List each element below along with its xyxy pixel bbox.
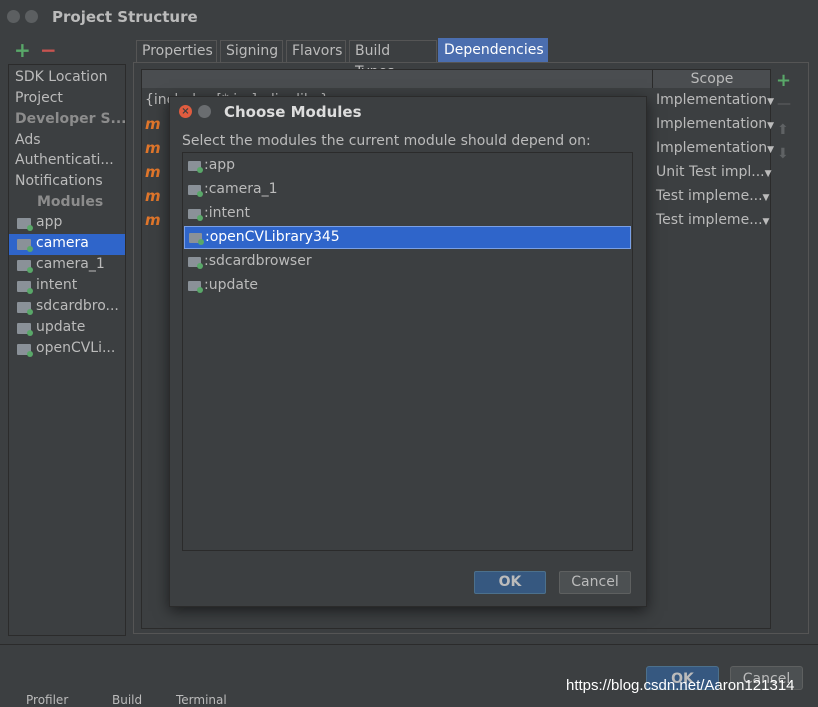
module-folder-icon (17, 260, 33, 273)
module-folder-icon (17, 239, 33, 252)
module-label: sdcardbro... (36, 298, 119, 314)
library-module-icon (17, 344, 33, 357)
scope-dropdown[interactable]: Implementation▼ (656, 140, 774, 156)
status-build[interactable]: Build (112, 693, 142, 707)
status-terminal[interactable]: Terminal (176, 693, 227, 707)
dialog-maximize-icon[interactable] (198, 105, 211, 118)
scope-value: Implementation (656, 116, 768, 132)
modules-heading: Modules (37, 194, 104, 210)
status-bar: Profiler Build Terminal (0, 693, 818, 707)
dropdown-arrow-icon: ▼ (767, 121, 775, 131)
scope-value: Test impleme... (656, 188, 763, 204)
choose-modules-dialog: × Choose Modules Select the modules the … (169, 96, 647, 607)
dropdown-arrow-icon: ▼ (767, 145, 775, 155)
scope-value: Test impleme... (656, 212, 763, 228)
module-folder-icon (189, 233, 204, 245)
scope-dropdown[interactable]: Implementation▼ (656, 116, 774, 132)
module-folder-icon (17, 302, 33, 315)
sidebar-module-intent[interactable]: intent (9, 276, 125, 297)
tab-dependencies[interactable]: Dependencies (438, 38, 548, 62)
add-icon[interactable]: + (14, 38, 31, 62)
dialog-ok-button[interactable]: OK (474, 571, 546, 594)
module-dependency-icon: m (145, 163, 161, 181)
sidebar-module-camera-1[interactable]: camera_1 (9, 255, 125, 276)
sidebar-module-app[interactable]: app (9, 213, 125, 234)
tab-build-types[interactable]: Build Types (349, 40, 437, 80)
module-label: app (36, 214, 63, 230)
list-item[interactable]: :app (184, 155, 631, 177)
list-item[interactable]: :sdcardbrowser (184, 251, 631, 273)
tab-signing[interactable]: Signing (220, 40, 283, 62)
module-folder-icon (188, 185, 203, 197)
maximize-window-icon[interactable] (25, 10, 38, 23)
sidebar-item-authentication[interactable]: Authenticati... (15, 152, 114, 168)
sidebar-module-opencv[interactable]: openCVLi... (9, 339, 125, 360)
scope-dropdown[interactable]: Test impleme...▼ (656, 188, 769, 204)
dropdown-arrow-icon: ▼ (767, 97, 775, 107)
list-item[interactable]: :intent (184, 203, 631, 225)
module-folder-icon (17, 218, 33, 231)
module-dependency-icon: m (145, 211, 161, 229)
scope-value: Implementation (656, 140, 768, 156)
module-label: camera (36, 235, 89, 251)
watermark: https://blog.csdn.net/Aaron121314 (566, 677, 795, 694)
module-label: camera_1 (36, 256, 105, 272)
list-item-label: :intent (204, 205, 250, 221)
module-folder-icon (17, 323, 33, 336)
move-down-icon[interactable]: ⬇ (777, 146, 789, 162)
sidebar-item-ads[interactable]: Ads (15, 132, 41, 148)
list-item-label: :openCVLibrary345 (205, 229, 340, 245)
module-dependency-icon: m (145, 115, 161, 133)
list-item-label: :app (204, 157, 236, 173)
status-profiler[interactable]: Profiler (26, 693, 68, 707)
module-label: openCVLi... (36, 340, 116, 356)
scope-dropdown[interactable]: Test impleme...▼ (656, 212, 769, 228)
list-item-selected[interactable]: :openCVLibrary345 (184, 226, 631, 249)
sidebar-item-sdk-location[interactable]: SDK Location (15, 69, 108, 85)
list-item-label: :update (204, 277, 259, 293)
add-dependency-icon[interactable]: + (776, 70, 791, 91)
dropdown-arrow-icon: ▼ (764, 169, 772, 179)
dropdown-arrow-icon: ▼ (762, 217, 770, 227)
move-up-icon[interactable]: ⬆ (777, 122, 789, 138)
module-dependency-icon: m (145, 187, 161, 205)
sidebar-item-project[interactable]: Project (15, 90, 63, 106)
module-folder-icon (17, 281, 33, 294)
scope-column-header[interactable]: Scope (652, 70, 771, 88)
sidebar-module-camera[interactable]: camera (9, 234, 125, 255)
module-folder-icon (188, 257, 203, 269)
list-item-label: :sdcardbrowser (204, 253, 312, 269)
module-folder-icon (188, 161, 203, 173)
remove-dependency-icon[interactable]: — (777, 96, 791, 112)
sidebar-module-update[interactable]: update (9, 318, 125, 339)
dialog-close-icon[interactable]: × (179, 105, 192, 118)
sidebar-item-notifications[interactable]: Notifications (15, 173, 103, 189)
module-folder-icon (188, 209, 203, 221)
module-list[interactable]: :app :camera_1 :intent :openCVLibrary345… (182, 152, 633, 551)
scope-dropdown[interactable]: Implementation▼ (656, 92, 774, 108)
dialog-cancel-button[interactable]: Cancel (559, 571, 631, 594)
remove-icon[interactable]: − (40, 38, 57, 62)
scope-value: Unit Test impl... (656, 164, 765, 180)
module-label: update (36, 319, 86, 335)
sidebar-module-sdcardbrowser[interactable]: sdcardbro... (9, 297, 125, 318)
dropdown-arrow-icon: ▼ (762, 193, 770, 203)
scope-value: Implementation (656, 92, 768, 108)
list-item[interactable]: :camera_1 (184, 179, 631, 201)
tab-flavors[interactable]: Flavors (286, 40, 346, 62)
module-folder-icon (188, 281, 203, 293)
module-label: intent (36, 277, 78, 293)
module-dependency-icon: m (145, 139, 161, 157)
dialog-title: Choose Modules (224, 103, 362, 121)
list-item-label: :camera_1 (204, 181, 278, 197)
scope-dropdown[interactable]: Unit Test impl...▼ (656, 164, 772, 180)
tab-properties[interactable]: Properties (136, 40, 217, 62)
close-window-icon[interactable] (7, 10, 20, 23)
sidebar: SDK Location Project Developer S... Ads … (8, 64, 127, 636)
dialog-prompt: Select the modules the current module sh… (182, 133, 591, 149)
sidebar-item-developer-services[interactable]: Developer S... (15, 111, 127, 127)
window-title: Project Structure (52, 8, 198, 26)
list-item[interactable]: :update (184, 275, 631, 297)
